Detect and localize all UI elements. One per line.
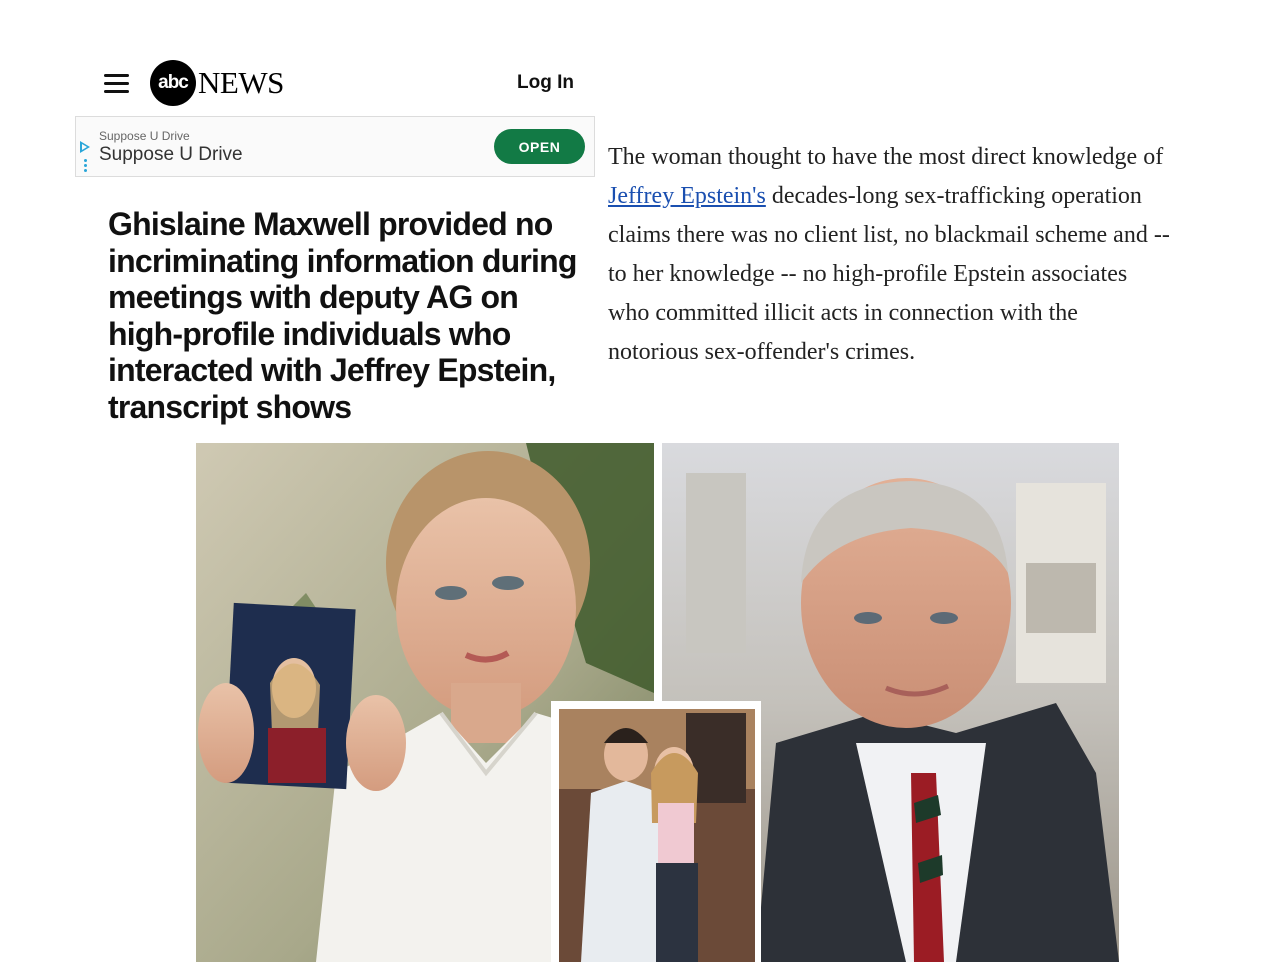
article-hero-photo[interactable] [196, 443, 1119, 962]
article-headline: Ghislaine Maxwell provided no incriminat… [108, 206, 577, 425]
ad-open-button[interactable]: OPEN [494, 129, 585, 164]
site-header: abc NEWS Log In [0, 0, 600, 120]
ad-choices-play-icon[interactable] [80, 141, 90, 153]
photo-collage-illustration [196, 443, 1119, 962]
article-lead-paragraph: The woman thought to have the most direc… [608, 138, 1173, 372]
abc-news-logo[interactable]: abc NEWS [150, 60, 284, 106]
ad-sponsor-small: Suppose U Drive [99, 129, 190, 143]
ad-sponsor-title: Suppose U Drive [99, 144, 243, 165]
ad-more-options-icon[interactable] [84, 159, 87, 174]
jeffrey-epstein-link[interactable]: Jeffrey Epstein's [608, 183, 766, 209]
lead-text-after: decades-long sex-trafficking operation c… [608, 183, 1170, 365]
lead-text-before: The woman thought to have the most direc… [608, 144, 1164, 170]
hamburger-menu-icon[interactable] [100, 70, 134, 98]
news-logo-text: NEWS [198, 65, 284, 100]
login-link[interactable]: Log In [517, 72, 574, 94]
ad-banner[interactable]: Suppose U Drive Suppose U Drive OPEN [75, 116, 595, 177]
abc-logo-mark: abc [150, 60, 196, 106]
